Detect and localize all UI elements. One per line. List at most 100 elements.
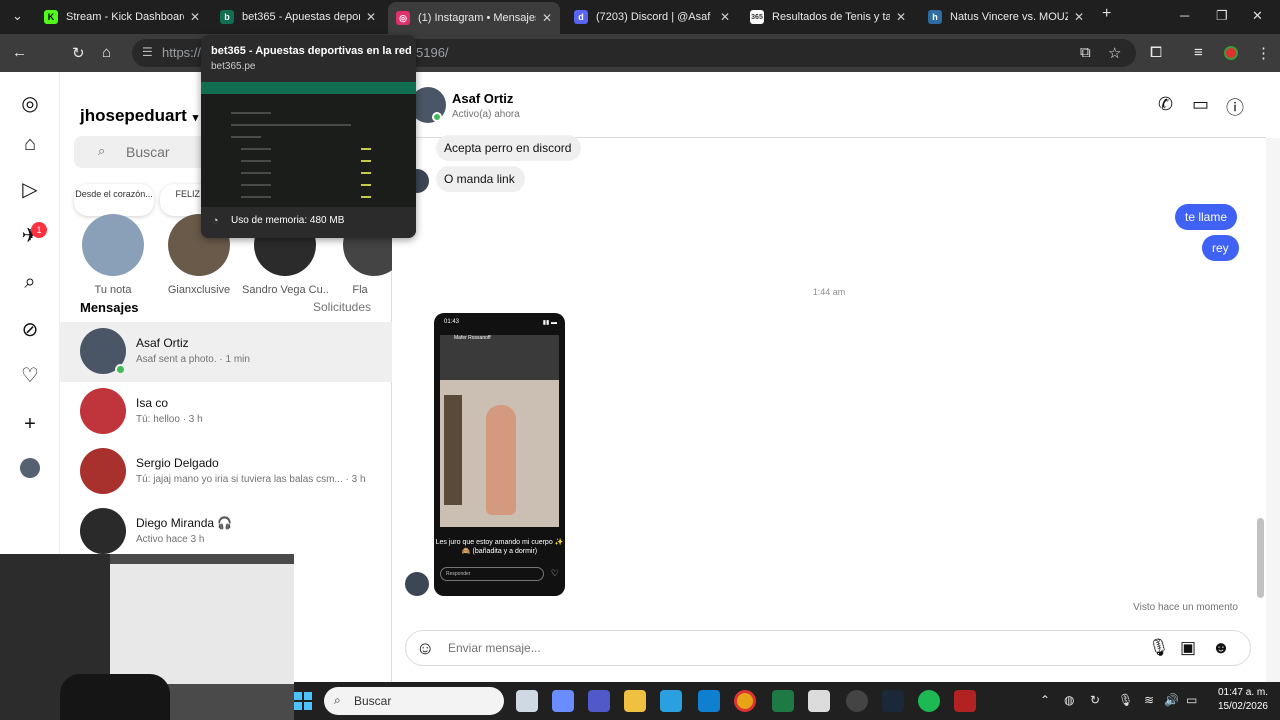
tab-discord[interactable]: d (7203) Discord | @Asaf ✕ <box>566 4 738 30</box>
memory-gauge-icon: ◔ <box>212 215 219 227</box>
windows-start-icon[interactable] <box>294 692 312 710</box>
chrome-icon[interactable] <box>734 690 756 712</box>
store-icon[interactable] <box>808 690 830 712</box>
extensions-icon[interactable]: ⧠ <box>1150 44 1162 61</box>
taskbar-clock[interactable]: 01:47 a. m. 15/02/2026 <box>1218 686 1268 714</box>
dota-icon[interactable] <box>954 690 976 712</box>
app-icon[interactable] <box>660 690 682 712</box>
outgoing-message: te llame <box>1175 204 1238 230</box>
home-nav-icon[interactable]: ⌂ <box>18 132 42 156</box>
close-tab-icon[interactable]: ✕ <box>190 10 200 24</box>
wifi-icon[interactable]: ≋ <box>1144 693 1154 707</box>
tab-hltv[interactable]: h Natus Vincere vs. MOUZ a ✕ <box>920 4 1092 30</box>
close-tab-icon[interactable]: ✕ <box>366 10 376 24</box>
hover-card-title: bet365 - Apuestas deportivas en la red <box>211 45 412 57</box>
story-name: Tu nota <box>94 284 132 296</box>
clock-date: 15/02/2026 <box>1217 701 1268 712</box>
tray-sync-icon[interactable]: ↻ <box>1090 693 1100 707</box>
taskbar-search[interactable]: ⌕ Buscar <box>324 687 504 715</box>
volume-icon[interactable]: 🔊 <box>1164 693 1179 707</box>
task-view-icon[interactable] <box>516 690 538 712</box>
close-tab-icon[interactable]: ✕ <box>720 10 730 24</box>
edge-icon[interactable] <box>698 690 720 712</box>
explore-nav-icon[interactable]: ⊘ <box>18 318 42 342</box>
install-app-icon[interactable]: ⧉ <box>1080 44 1091 61</box>
video-call-icon[interactable]: ▭ <box>1192 94 1209 115</box>
avatar <box>80 388 126 434</box>
tab-bet365[interactable]: b bet365 - Apuestas deportiv ✕ <box>212 4 384 30</box>
scrollbar-thumb[interactable] <box>1257 518 1264 598</box>
requests-link[interactable]: Solicitudes <box>313 300 371 314</box>
contact-name[interactable]: Asaf Ortiz <box>452 91 513 106</box>
hltv-icon: h <box>928 10 942 24</box>
tab-instagram[interactable]: ◎ (1) Instagram • Mensajes ✕ <box>388 2 560 34</box>
conversation-preview: Asaf sent a photo. · 1 min <box>136 354 250 365</box>
sticker-icon[interactable]: ☻ <box>1212 638 1230 658</box>
back-icon[interactable]: ← <box>12 44 27 61</box>
reload-icon[interactable]: ↻ <box>72 44 85 62</box>
tray-mic-icon[interactable]: 🎙 <box>1118 693 1133 707</box>
conversation-item[interactable]: Diego Miranda 🎧 Activo hace 3 h <box>60 502 392 562</box>
image-upload-icon[interactable]: ▣ <box>1180 638 1196 658</box>
site-info-icon[interactable]: ☰ <box>142 45 153 59</box>
profile-avatar[interactable] <box>1224 46 1238 60</box>
emoji-icon[interactable]: ☺ <box>416 638 434 659</box>
microphone-icon[interactable]: 🎙 <box>1148 638 1170 658</box>
steam-icon[interactable] <box>882 690 904 712</box>
scrollbar-track[interactable] <box>1266 138 1280 682</box>
story-reply-media[interactable]: 01:43 ▮▮ ▬ Mafer Rossanoff Les juro que … <box>434 313 565 596</box>
minimize-icon[interactable]: ─ <box>1180 8 1189 23</box>
search-icon: ⌕ <box>334 693 341 707</box>
conversation-item[interactable]: Asaf Ortiz Asaf sent a photo. · 1 min <box>60 322 392 382</box>
search-nav-icon[interactable]: ⌕ <box>18 270 42 294</box>
search-icon: ⌕ <box>98 143 106 158</box>
spotify-icon[interactable] <box>918 690 940 712</box>
file-explorer-icon[interactable] <box>624 690 646 712</box>
close-window-icon[interactable]: ✕ <box>1252 8 1263 24</box>
tray-app-icon[interactable]: ◍ <box>1064 693 1074 707</box>
conversation-item[interactable]: Isa co Tú: helloo · 3 h <box>60 382 392 442</box>
close-tab-icon[interactable]: ✕ <box>896 10 906 24</box>
notifications-heart-icon[interactable]: ♡ <box>18 364 42 388</box>
instagram-logo-icon[interactable]: ◎ <box>18 92 42 116</box>
message-composer[interactable]: ☺ Enviar mensaje... 🎙 ▣ ☻ <box>405 630 1251 666</box>
copilot-icon[interactable] <box>552 690 574 712</box>
message-input[interactable]: Enviar mensaje... <box>448 641 541 655</box>
avatar <box>80 448 126 494</box>
audio-call-icon[interactable]: ✆ <box>1158 94 1173 115</box>
conversation-item[interactable]: Sergio Delgado Tú: jajaj mano yo iria si… <box>60 442 392 502</box>
tab-title: (1) Instagram • Mensajes <box>418 12 536 24</box>
conversation-preview: Activo hace 3 h <box>136 534 205 545</box>
teams-icon[interactable] <box>588 690 610 712</box>
tab-kick-dashboard[interactable]: K Stream - Kick Dashboard ✕ <box>36 4 208 30</box>
battery-icon[interactable]: ▭ <box>1186 693 1197 707</box>
bookmark-star-icon[interactable]: ☆ <box>1108 44 1121 62</box>
maximize-icon[interactable]: ❐ <box>1216 8 1228 24</box>
note-bubble[interactable]: Desde el corazón... <box>74 184 154 216</box>
profile-nav-avatar[interactable] <box>20 458 40 478</box>
story-item[interactable]: Tu nota <box>70 214 156 296</box>
tray-expand-icon[interactable]: ⌃ <box>1040 693 1050 707</box>
phone-status-icons: ▮▮ ▬ <box>542 320 557 326</box>
story-name: Fla <box>352 284 368 296</box>
close-tab-icon[interactable]: ✕ <box>1074 10 1084 24</box>
account-switcher[interactable]: jhosepeduart ▾ <box>80 106 198 126</box>
media-control-icon[interactable]: ≡ <box>1194 44 1203 61</box>
create-plus-icon[interactable]: + <box>18 412 42 436</box>
home-icon[interactable]: ⌂ <box>102 44 111 61</box>
conversation-info-icon[interactable]: ⓘ <box>1226 94 1244 120</box>
new-tab-button[interactable]: + <box>1102 5 1111 23</box>
webcam-overlay <box>0 554 294 720</box>
menu-kebab-icon[interactable]: ⋮ <box>1256 44 1271 62</box>
tab-resultados-tenis[interactable]: 365 Resultados de Tenis y tabl ✕ <box>742 4 914 30</box>
story-photo <box>440 335 559 527</box>
tab-title: Natus Vincere vs. MOUZ a <box>950 11 1068 23</box>
tab-search-icon[interactable]: ⌄ <box>12 8 23 24</box>
reels-nav-icon[interactable]: ▷ <box>18 178 42 202</box>
obs-icon[interactable] <box>846 690 868 712</box>
hover-card-domain: bet365.pe <box>211 61 256 72</box>
excel-icon[interactable] <box>772 690 794 712</box>
discord-icon: d <box>574 10 588 24</box>
close-tab-icon[interactable]: ✕ <box>542 11 552 25</box>
conversation-preview: Tú: helloo · 3 h <box>136 414 203 425</box>
